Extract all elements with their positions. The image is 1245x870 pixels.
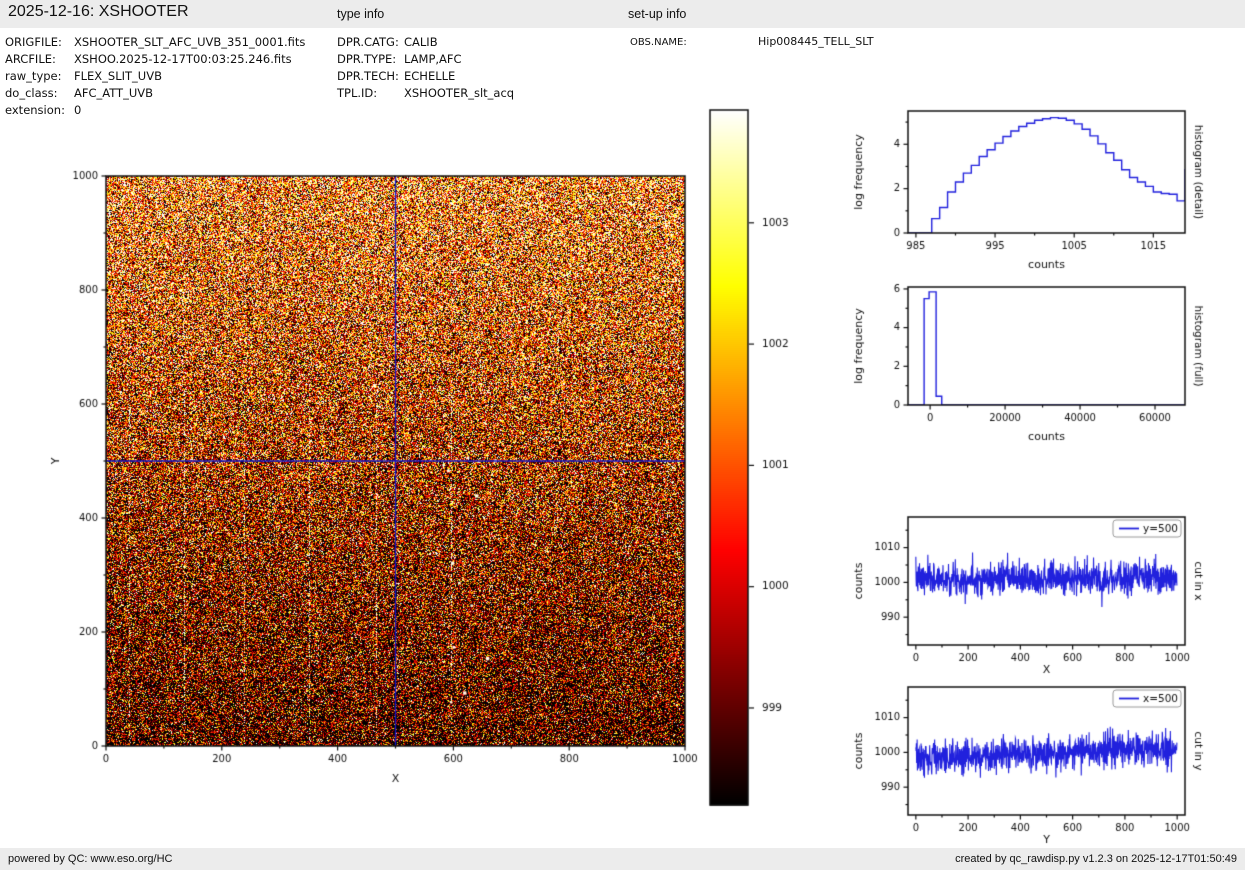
metadata-value: ECHELLE: [404, 69, 455, 83]
metadata-row: raw_type:FLEX_SLIT_UVB: [5, 68, 305, 85]
metadata-row: extension:0: [5, 102, 305, 119]
cut-in-y-plot: [845, 675, 1245, 847]
metadata-label: DPR.CATG:: [337, 34, 404, 51]
page-title: 2025-12-16: XSHOOTER: [8, 3, 189, 21]
section-header-setup-info: set-up info: [628, 7, 686, 21]
qc-report-page: 2025-12-16: XSHOOTER type info set-up in…: [0, 0, 1245, 870]
histogram-full-plot: [845, 280, 1245, 452]
cut-in-x-plot: [845, 505, 1245, 675]
footer-powered-by: powered by QC: www.eso.org/HC: [8, 848, 172, 870]
top-bar: 2025-12-16: XSHOOTER type info set-up in…: [0, 0, 1245, 28]
metadata-label: do_class:: [5, 85, 74, 102]
metadata-row: OBS.NAME:Hip008445_TELL_SLT: [630, 33, 874, 51]
type-info-block: DPR.CATG:CALIBDPR.TYPE:LAMP,AFCDPR.TECH:…: [337, 34, 514, 102]
metadata-label: DPR.TECH:: [337, 68, 404, 85]
metadata-row: DPR.CATG:CALIB: [337, 34, 514, 51]
metadata-value: XSHOO.2025-12-17T00:03:25.246.fits: [74, 52, 292, 66]
colorbar: [700, 100, 815, 830]
metadata-row: TPL.ID:XSHOOTER_slt_acq: [337, 85, 514, 102]
setup-info-block: OBS.NAME:Hip008445_TELL_SLT: [630, 33, 874, 51]
metadata-row: ORIGFILE:XSHOOTER_SLT_AFC_UVB_351_0001.f…: [5, 34, 305, 51]
metadata-row: DPR.TYPE:LAMP,AFC: [337, 51, 514, 68]
metadata-row: ARCFILE:XSHOO.2025-12-17T00:03:25.246.fi…: [5, 51, 305, 68]
metadata-value: LAMP,AFC: [404, 52, 462, 66]
metadata-label: ARCFILE:: [5, 51, 74, 68]
metadata-value: FLEX_SLIT_UVB: [74, 69, 162, 83]
metadata-label: OBS.NAME:: [630, 34, 758, 51]
footer-bar: powered by QC: www.eso.org/HC created by…: [0, 848, 1245, 870]
file-metadata-block: ORIGFILE:XSHOOTER_SLT_AFC_UVB_351_0001.f…: [5, 34, 305, 119]
metadata-label: ORIGFILE:: [5, 34, 74, 51]
raw-frame-heatmap: [40, 160, 700, 825]
metadata-value: CALIB: [404, 35, 438, 49]
metadata-value: 0: [74, 103, 81, 117]
metadata-value: XSHOOTER_slt_acq: [404, 86, 514, 100]
metadata-value: Hip008445_TELL_SLT: [758, 35, 874, 48]
metadata-row: do_class:AFC_ATT_UVB: [5, 85, 305, 102]
metadata-label: DPR.TYPE:: [337, 51, 404, 68]
metadata-value: XSHOOTER_SLT_AFC_UVB_351_0001.fits: [74, 35, 305, 49]
histogram-detail-plot: [845, 100, 1245, 275]
metadata-label: raw_type:: [5, 68, 74, 85]
metadata-value: AFC_ATT_UVB: [74, 86, 153, 100]
section-header-type-info: type info: [337, 7, 384, 21]
metadata-row: DPR.TECH:ECHELLE: [337, 68, 514, 85]
footer-created-by: created by qc_rawdisp.py v1.2.3 on 2025-…: [955, 848, 1237, 870]
metadata-label: extension:: [5, 102, 74, 119]
metadata-label: TPL.ID:: [337, 85, 404, 102]
